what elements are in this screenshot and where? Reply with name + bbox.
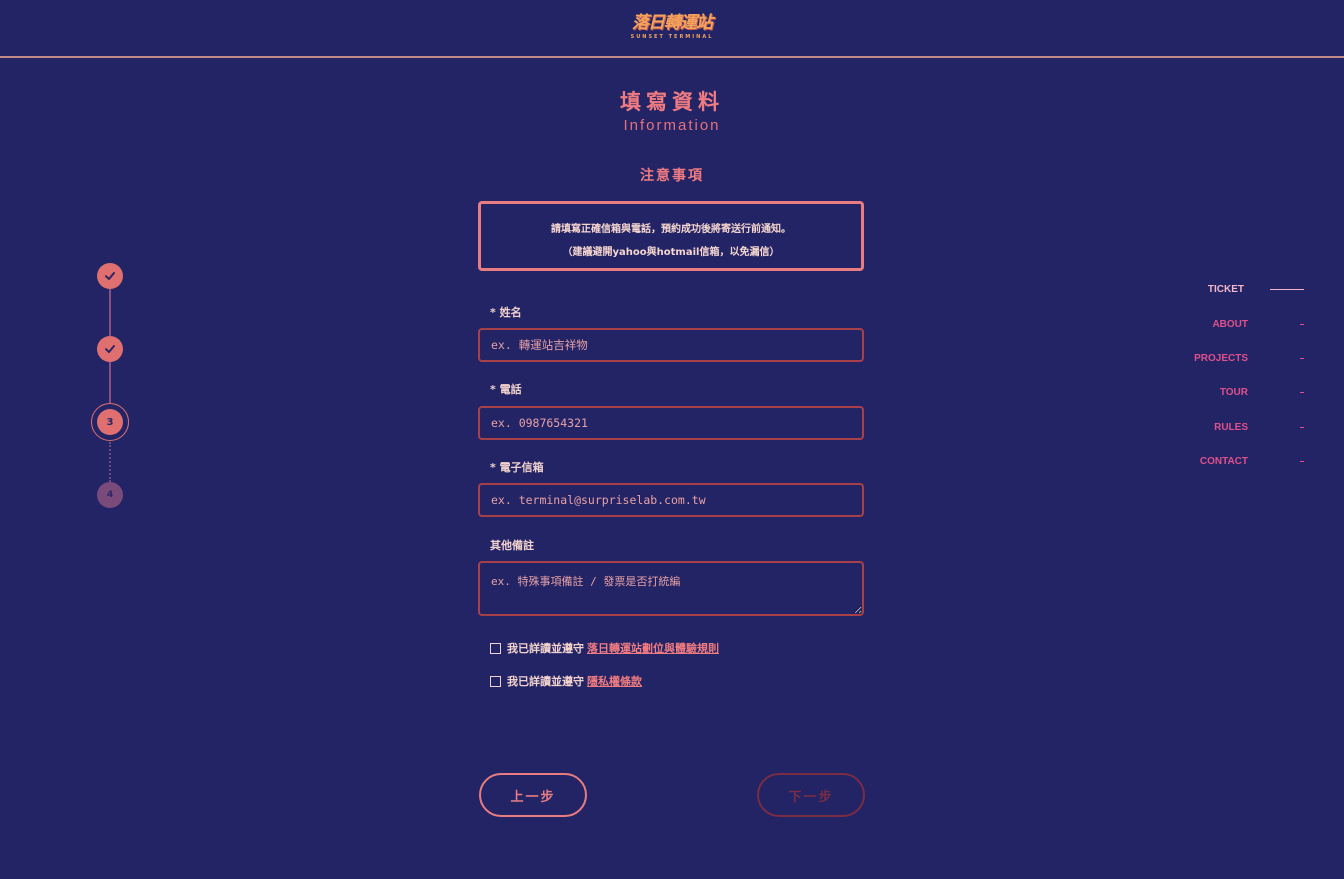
- nav-label: PROJECTS: [1194, 353, 1248, 364]
- nav-label: RULES: [1214, 422, 1248, 433]
- agree-privacy-checkbox[interactable]: [490, 675, 501, 687]
- phone-label: * 電話: [490, 383, 522, 396]
- nav-dash: [1300, 324, 1304, 325]
- check-icon: [105, 272, 115, 280]
- nav-dash: [1300, 427, 1304, 428]
- email-input[interactable]: [478, 483, 864, 517]
- site-header: 落日轉運站 SUNSET TERMINAL: [0, 0, 1344, 58]
- nav-item-ticket[interactable]: TICKET: [1208, 284, 1304, 295]
- site-logo[interactable]: 落日轉運站 SUNSET TERMINAL: [630, 12, 714, 44]
- step-2-completed: [97, 336, 123, 362]
- nav-dash: [1300, 392, 1304, 393]
- prev-button[interactable]: 上一步: [479, 773, 587, 817]
- notice-line: 請填寫正確信箱與電話，預約成功後將寄送行前通知。: [551, 224, 791, 235]
- nav-dash: [1300, 461, 1304, 462]
- notice-box: 請填寫正確信箱與電話，預約成功後將寄送行前通知。 （建議避開yahoo與hotm…: [478, 201, 864, 271]
- nav-item-projects[interactable]: PROJECTS: [1194, 353, 1304, 364]
- next-button[interactable]: 下一步: [757, 773, 865, 817]
- step-3-current: 3: [91, 403, 129, 441]
- step-number: 3: [97, 409, 123, 435]
- step-1-completed: [97, 263, 123, 289]
- stepper-connector: [109, 289, 111, 336]
- nav-active-indicator: [1270, 289, 1304, 290]
- nav-label: TICKET: [1207, 284, 1244, 295]
- nav-label: ABOUT: [1212, 319, 1248, 330]
- page-subtitle: Information: [623, 117, 721, 134]
- nav-label: CONTACT: [1199, 456, 1248, 467]
- notes-label: 其他備註: [490, 539, 534, 552]
- notice-line: （建議避開yahoo與hotmail信箱，以免漏信）: [562, 247, 780, 258]
- nav-dash: [1300, 358, 1304, 359]
- agree-rules-row: 我已詳讀並遵守 落日轉運站劃位與體驗規則: [490, 641, 719, 655]
- agree-privacy-row: 我已詳讀並遵守 隱私權條款: [490, 674, 642, 688]
- rules-link[interactable]: 落日轉運站劃位與體驗規則: [587, 640, 719, 656]
- logo-text: 落日轉運站: [632, 13, 713, 33]
- notes-textarea[interactable]: [478, 561, 864, 616]
- check-icon: [105, 345, 115, 353]
- nav-item-rules[interactable]: RULES: [1214, 422, 1304, 433]
- email-label: * 電子信箱: [490, 461, 544, 474]
- agree-rules-text: 我已詳讀並遵守: [507, 642, 584, 655]
- agree-rules-checkbox[interactable]: [490, 642, 501, 654]
- page-title: 填寫資料: [620, 90, 724, 114]
- nav-item-about[interactable]: ABOUT: [1212, 319, 1304, 330]
- name-input[interactable]: [478, 328, 864, 362]
- nav-item-contact[interactable]: CONTACT: [1200, 456, 1304, 467]
- nav-label: TOUR: [1219, 387, 1248, 398]
- notice-heading: 注意事項: [640, 168, 704, 184]
- step-number: 4: [106, 490, 114, 500]
- stepper-connector-dotted: [109, 442, 111, 482]
- phone-input[interactable]: [478, 406, 864, 440]
- privacy-link[interactable]: 隱私權條款: [587, 673, 642, 689]
- name-label: * 姓名: [490, 306, 522, 319]
- step-4-pending: 4: [97, 482, 123, 508]
- stepper-connector: [109, 362, 111, 403]
- nav-item-tour[interactable]: TOUR: [1220, 387, 1304, 398]
- agree-privacy-text: 我已詳讀並遵守: [507, 675, 584, 688]
- logo-subtext: SUNSET TERMINAL: [630, 34, 714, 40]
